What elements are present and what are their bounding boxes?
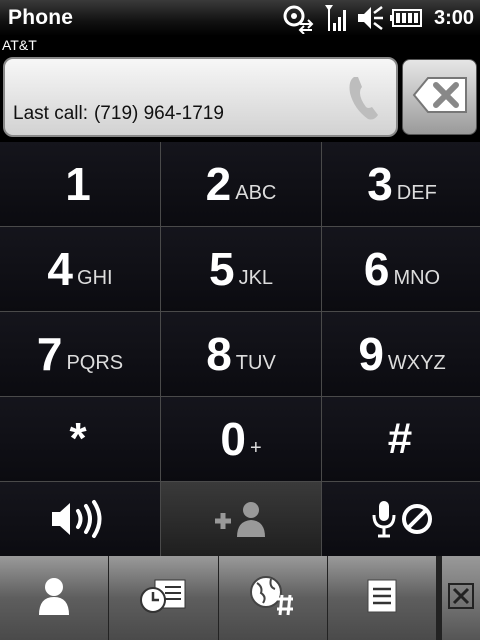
key-letters: TUV	[235, 351, 276, 374]
close-icon	[448, 582, 475, 614]
keypad: 1 2 ABC 3 DEF 4 GHI 5 JKL 6 MNO 7 PQRS 8 TUV 9W…	[0, 142, 480, 560]
key-letters: +	[249, 436, 262, 459]
key-7[interactable]: 7 PQRS	[0, 312, 160, 396]
carrier-name: AT&T	[2, 37, 37, 53]
last-call-number: (719) 964-1719	[93, 103, 224, 124]
key-digit: *	[69, 414, 87, 463]
app-title: Phone	[8, 6, 74, 29]
call-history-button[interactable]	[109, 556, 218, 640]
speed-dial-button[interactable]	[218, 556, 327, 640]
speaker-button[interactable]	[0, 482, 160, 560]
key-letters: MNO	[393, 266, 441, 289]
key-5[interactable]: 5 JKL	[161, 227, 321, 311]
key-digit: 8	[206, 328, 232, 380]
volume-muted-icon	[356, 5, 384, 31]
key-letters: PQRS	[66, 351, 124, 374]
key-digit: 9	[358, 328, 384, 380]
key-letters: ABC	[235, 181, 277, 204]
add-contact-button[interactable]	[161, 482, 321, 560]
key-digit: 6	[363, 243, 390, 295]
key-hash[interactable]: #	[322, 397, 480, 481]
contacts-button[interactable]	[0, 556, 109, 640]
key-letters: WXYZ	[387, 351, 446, 374]
key-0[interactable]: 0 +	[161, 397, 321, 481]
last-call-label: Last call:	[13, 103, 88, 124]
contacts-icon	[37, 577, 71, 620]
close-button[interactable]	[442, 556, 480, 640]
key-letters: GHI	[77, 266, 113, 289]
signal-strength-icon	[324, 3, 350, 33]
menu-icon	[367, 579, 397, 618]
key-1[interactable]: 1	[0, 142, 160, 226]
key-2[interactable]: 2 ABC	[161, 142, 321, 226]
key-digit: 7	[36, 328, 63, 380]
add-contact-icon	[211, 499, 271, 544]
key-digit: 4	[47, 243, 74, 295]
clock: 3:00	[433, 6, 474, 29]
key-digit: #	[387, 414, 413, 463]
key-9[interactable]: 9 WXYZ	[322, 312, 480, 396]
mute-button[interactable]	[322, 482, 480, 560]
key-3[interactable]: 3 DEF	[322, 142, 480, 226]
status-area[interactable]: 3:00	[282, 0, 474, 36]
key-letters: JKL	[238, 266, 274, 289]
last-call-text: Last call: (719) 964-1719	[13, 103, 224, 125]
backspace-button[interactable]	[402, 59, 477, 135]
key-digit: 3	[367, 158, 393, 210]
key-digit: 5	[208, 243, 235, 295]
handset-icon	[348, 75, 382, 126]
battery-icon	[389, 8, 422, 28]
key-star[interactable]: *	[0, 397, 160, 481]
key-digit: 1	[65, 158, 91, 210]
key-letters: DEF	[396, 181, 437, 204]
number-field[interactable]: Last call: (719) 964-1719	[3, 57, 398, 137]
mute-microphone-icon	[369, 499, 435, 544]
key-6[interactable]: 6 MNO	[322, 227, 480, 311]
menu-button[interactable]	[327, 556, 437, 640]
key-8[interactable]: 8 TUV	[161, 312, 321, 396]
key-digit: 2	[205, 158, 232, 210]
key-4[interactable]: 4 GHI	[0, 227, 160, 311]
speed-dial-icon	[249, 575, 297, 622]
speaker-icon	[50, 499, 110, 544]
connectivity-icon	[282, 2, 318, 34]
bottom-bar	[0, 556, 480, 640]
key-digit: 0	[220, 413, 246, 465]
backspace-icon	[412, 76, 468, 119]
title-bar: Phone 3:00	[0, 0, 480, 36]
call-history-icon	[139, 578, 187, 619]
